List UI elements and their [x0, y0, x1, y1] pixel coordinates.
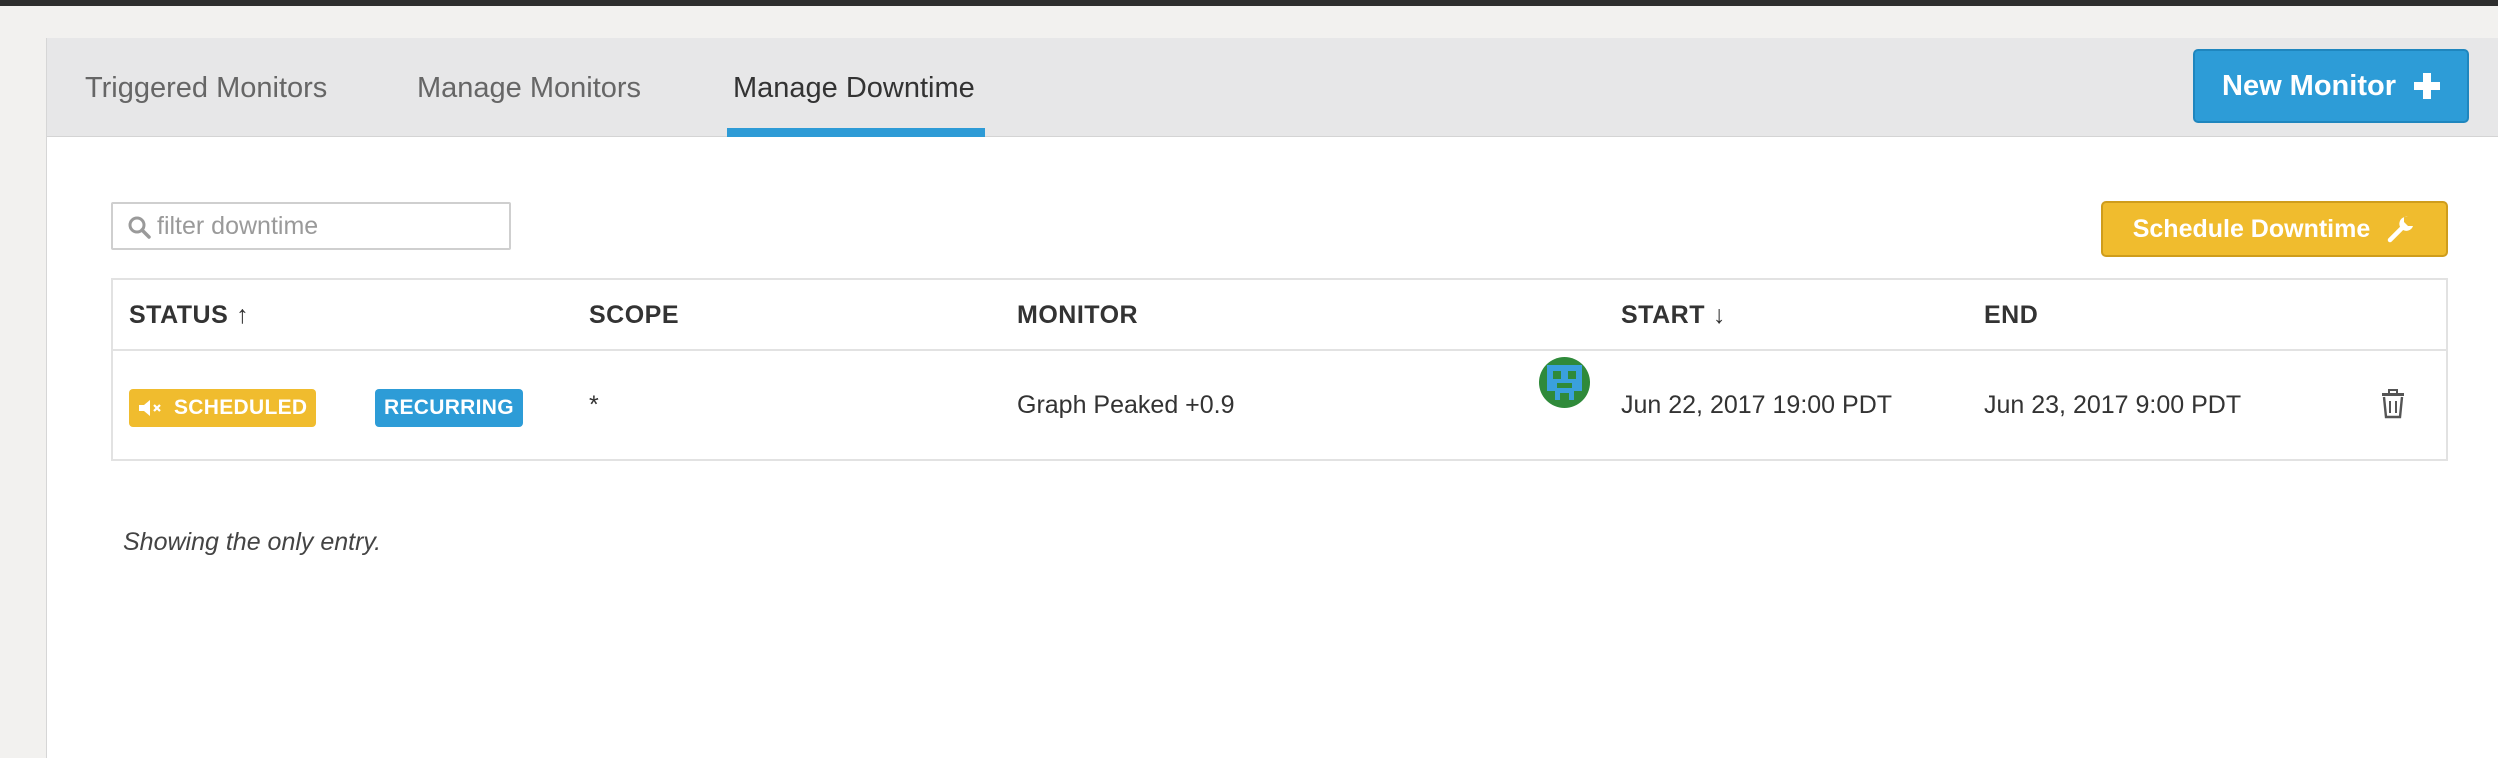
new-monitor-button[interactable]: New Monitor	[2193, 49, 2469, 123]
tab-manage-monitors[interactable]: Manage Monitors	[417, 38, 641, 137]
schedule-downtime-button[interactable]: Schedule Downtime	[2101, 201, 2448, 257]
table-row[interactable]: SCHEDULED RECURRING * Graph Peaked +0.9 …	[113, 351, 2446, 459]
status-badge-scheduled: SCHEDULED	[129, 389, 317, 427]
tab-bar: Triggered Monitors Manage Monitors Manag…	[47, 38, 2498, 137]
filter-downtime-input[interactable]	[157, 204, 497, 248]
column-header-scope[interactable]: SCOPE	[589, 280, 679, 349]
active-tab-indicator	[727, 128, 985, 137]
column-header-start[interactable]: START ↓	[1621, 280, 1726, 349]
sort-arrow-status: ↑	[236, 301, 250, 329]
search-icon	[128, 216, 151, 239]
muted-speaker-icon	[139, 400, 161, 416]
column-label-end: END	[1984, 301, 2039, 329]
plus-icon	[2414, 73, 2440, 99]
downtime-table: STATUS ↑ SCOPE MONITOR START ↓ END SCHED…	[111, 278, 2448, 461]
column-label-monitor: MONITOR	[1017, 301, 1139, 329]
sort-arrow-start: ↓	[1712, 301, 1726, 329]
main-panel: Triggered Monitors Manage Monitors Manag…	[46, 38, 2498, 758]
user-avatar	[1539, 357, 1590, 408]
status-label: SCHEDULED	[174, 396, 308, 419]
window-top-bar	[0, 0, 2498, 6]
tab-triggered-monitors[interactable]: Triggered Monitors	[85, 38, 327, 137]
monitor-link[interactable]: Graph Peaked +0.9	[1017, 351, 1235, 459]
entries-count-text: Showing the only entry.	[123, 528, 382, 556]
recurring-badge: RECURRING	[375, 389, 523, 427]
column-header-status[interactable]: STATUS ↑	[129, 280, 249, 349]
column-header-monitor[interactable]: MONITOR	[1017, 280, 1138, 349]
column-header-end[interactable]: END	[1984, 280, 2038, 349]
end-time-cell: Jun 23, 2017 9:00 PDT	[1984, 391, 2242, 419]
wrench-icon	[2388, 216, 2414, 243]
schedule-downtime-label: Schedule Downtime	[2132, 214, 2371, 243]
column-label-status: STATUS	[129, 301, 229, 329]
filter-downtime-field[interactable]	[111, 202, 511, 250]
column-label-scope: SCOPE	[589, 301, 680, 329]
new-monitor-label: New Monitor	[2222, 69, 2396, 102]
scope-cell: *	[589, 391, 599, 419]
column-label-start: START	[1621, 301, 1705, 329]
trash-icon[interactable]	[2381, 389, 2405, 419]
start-time-cell: Jun 22, 2017 19:00 PDT	[1621, 391, 1893, 419]
table-header: STATUS ↑ SCOPE MONITOR START ↓ END	[113, 280, 2446, 351]
tab-manage-downtime[interactable]: Manage Downtime	[733, 38, 975, 137]
